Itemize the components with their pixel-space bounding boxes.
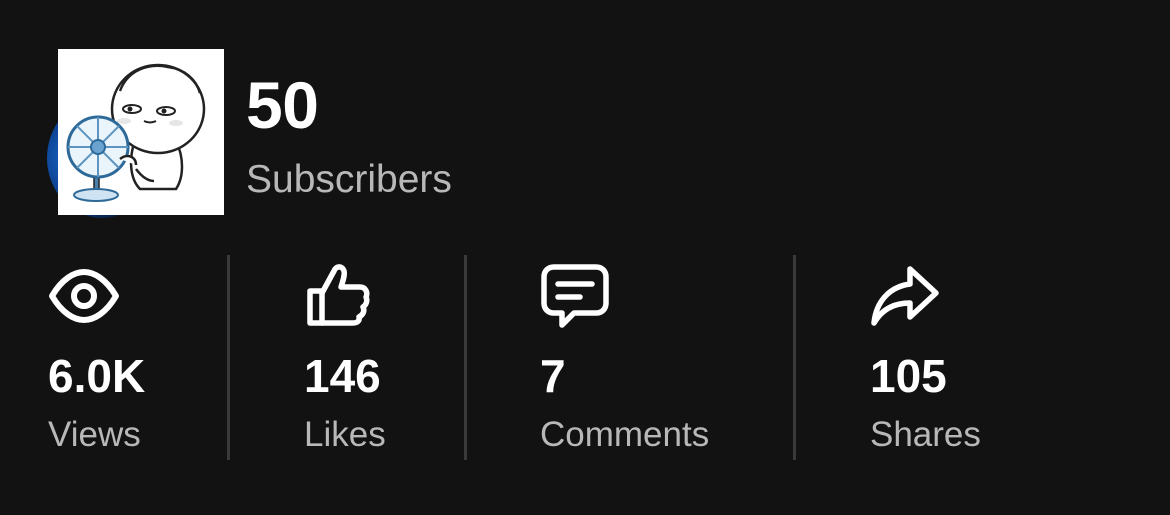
divider: [793, 255, 796, 460]
stat-likes-value: 146: [304, 350, 381, 402]
stat-shares[interactable]: 105 Shares: [870, 255, 1050, 460]
subscriber-count: 50: [246, 68, 319, 142]
avatar[interactable]: [47, 46, 225, 218]
thumbs-up-icon: [304, 259, 376, 331]
stat-views-label: Views: [48, 415, 141, 454]
stat-comments-label: Comments: [540, 415, 710, 454]
stat-shares-value: 105: [870, 350, 947, 402]
channel-header: 50 Subscribers: [0, 0, 1170, 230]
stat-likes[interactable]: 146 Likes: [304, 255, 454, 460]
stat-views[interactable]: 6.0K Views: [48, 255, 218, 460]
divider: [464, 255, 467, 460]
stats-row: 6.0K Views 146 Likes 7 Comments 105 Shar…: [0, 255, 1170, 460]
sticker-illustration: [58, 49, 224, 215]
stat-views-value: 6.0K: [48, 350, 146, 402]
eye-icon: [48, 259, 120, 331]
subscriber-label: Subscribers: [246, 158, 452, 201]
comment-icon: [540, 259, 612, 331]
share-arrow-icon: [870, 259, 942, 331]
stat-comments[interactable]: 7 Comments: [540, 255, 780, 460]
stat-shares-label: Shares: [870, 415, 981, 454]
stat-likes-label: Likes: [304, 415, 386, 454]
channel-stats-panel: 50 Subscribers 6.0K Views 146 Likes 7 Co…: [0, 0, 1170, 515]
divider: [227, 255, 230, 460]
stat-comments-value: 7: [540, 350, 566, 402]
avatar-image: [58, 49, 224, 215]
